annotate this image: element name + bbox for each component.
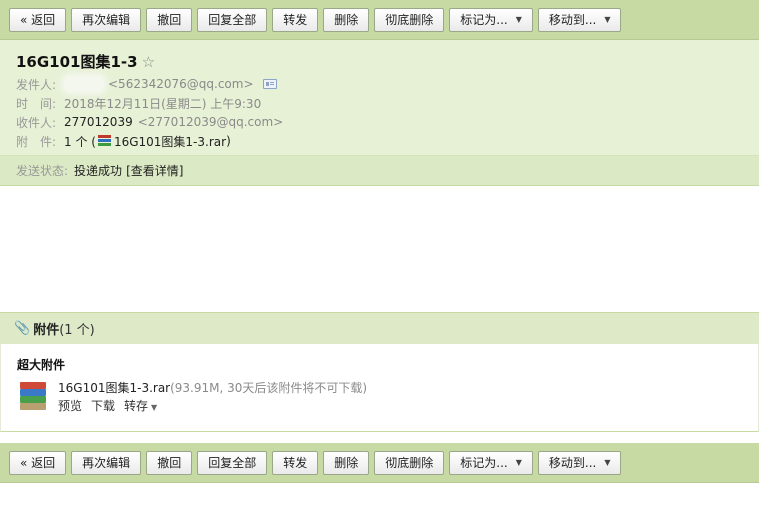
status-label: 发送状态: — [16, 164, 69, 178]
attachment-file-entry: 16G101图集1-3.rar(93.91M, 30天后该附件将不可下载) — [58, 379, 367, 396]
from-label: 发件人: — [16, 77, 57, 92]
star-icon[interactable]: ☆ — [142, 53, 155, 71]
subject-text: 16G101图集1-3 — [16, 53, 138, 71]
time-row: 时 间: 2018年12月11日(星期二) 上午9:30 — [16, 94, 261, 112]
delete-permanently-button[interactable]: 彻底删除 — [374, 450, 445, 475]
move-to-dropdown[interactable]: 移动到... ▼ — [537, 450, 622, 475]
attachment-row: 附 件: 1 个 ( 16G101图集1-3.rar ) — [16, 132, 231, 150]
bottom-toolbar: « 返回 再次编辑 撤回 回复全部 转发 删除 彻底删除 标记为... ▼ 移动… — [0, 443, 759, 483]
mark-as-label: 标记为... — [460, 13, 508, 27]
top-toolbar: « 返回 再次编辑 撤回 回复全部 转发 删除 彻底删除 标记为... ▼ 移动… — [0, 0, 759, 40]
mail-header: 16G101图集1-3 ☆ 发件人: <562342076@qq.com> 时 … — [0, 40, 759, 186]
from-row: 发件人: <562342076@qq.com> — [16, 75, 277, 93]
back-button[interactable]: « 返回 — [9, 7, 67, 32]
view-details-link[interactable]: [查看详情] — [126, 162, 183, 179]
attachment-heading: 附件 — [33, 323, 60, 338]
recipient-name[interactable]: 277012039 — [64, 115, 133, 129]
delete-button[interactable]: 删除 — [323, 7, 370, 32]
forward-button[interactable]: 转发 — [272, 7, 319, 32]
attachment-file-name[interactable]: 16G101图集1-3.rar — [58, 381, 170, 395]
mark-as-dropdown[interactable]: 标记为... ▼ — [449, 7, 533, 32]
chevron-down-icon: ▼ — [515, 15, 522, 24]
winrar-archive-icon — [20, 382, 46, 412]
move-to-label: 移动到... — [548, 456, 597, 470]
chevron-down-icon: ▼ — [604, 458, 611, 467]
rar-file-icon — [97, 135, 111, 147]
contact-card-icon[interactable] — [262, 79, 277, 89]
attachment-label: 附 件: — [16, 134, 57, 149]
attachment-file-meta: (93.91M, 30天后该附件将不可下载) — [170, 381, 368, 395]
sender-name-redacted — [64, 76, 104, 92]
save-to-label: 转存 — [124, 399, 149, 413]
recall-button[interactable]: 撤回 — [146, 450, 193, 475]
attachment-count-suffix: ) — [226, 134, 231, 148]
move-to-label: 移动到... — [548, 13, 597, 27]
attachment-count: (1 个) — [59, 323, 95, 338]
edit-again-button[interactable]: 再次编辑 — [71, 7, 142, 32]
reply-all-button[interactable]: 回复全部 — [197, 7, 268, 32]
attachment-count-prefix: 1 个 ( — [64, 134, 96, 149]
move-to-dropdown[interactable]: 移动到... ▼ — [537, 7, 622, 32]
reply-all-button[interactable]: 回复全部 — [197, 450, 268, 475]
chevron-down-icon: ▼ — [151, 403, 158, 412]
large-attachment-label: 超大附件 — [17, 358, 66, 372]
download-link[interactable]: 下载 — [91, 397, 115, 414]
mail-subject: 16G101图集1-3 ☆ — [16, 51, 155, 72]
attachment-actions: 预览 下载 转存 ▼ — [58, 397, 157, 414]
attachment-section-body: 超大附件 16G101图集1-3.rar(93.91M, 30天后该附件将不可下… — [0, 344, 759, 432]
time-value: 2018年12月11日(星期二) 上午9:30 — [64, 96, 262, 111]
chevron-down-icon: ▼ — [515, 458, 522, 467]
to-label: 收件人: — [16, 115, 57, 130]
recall-button[interactable]: 撤回 — [146, 7, 193, 32]
mark-as-dropdown[interactable]: 标记为... ▼ — [449, 450, 533, 475]
recipient-email[interactable]: <277012039@qq.com> — [138, 115, 284, 129]
to-row: 收件人: 277012039 <277012039@qq.com> — [16, 113, 283, 131]
sender-email[interactable]: <562342076@qq.com> — [108, 77, 254, 91]
preview-link[interactable]: 预览 — [58, 397, 82, 414]
forward-button[interactable]: 转发 — [272, 450, 319, 475]
attachment-file-link[interactable]: 16G101图集1-3.rar — [114, 133, 226, 150]
time-label: 时 间: — [16, 96, 57, 111]
status-value: 投递成功 — [74, 164, 123, 178]
attachment-section-header: 📎 附件 (1 个) — [0, 312, 759, 344]
save-to-dropdown[interactable]: 转存 ▼ — [124, 397, 157, 414]
paperclip-icon: 📎 — [14, 321, 31, 336]
chevron-down-icon: ▼ — [604, 15, 611, 24]
back-button[interactable]: « 返回 — [9, 450, 67, 475]
mark-as-label: 标记为... — [460, 456, 508, 470]
delete-permanently-button[interactable]: 彻底删除 — [374, 7, 445, 32]
delete-button[interactable]: 删除 — [323, 450, 370, 475]
send-status-bar: 发送状态: 投递成功 [查看详情] — [0, 155, 759, 185]
edit-again-button[interactable]: 再次编辑 — [71, 450, 142, 475]
